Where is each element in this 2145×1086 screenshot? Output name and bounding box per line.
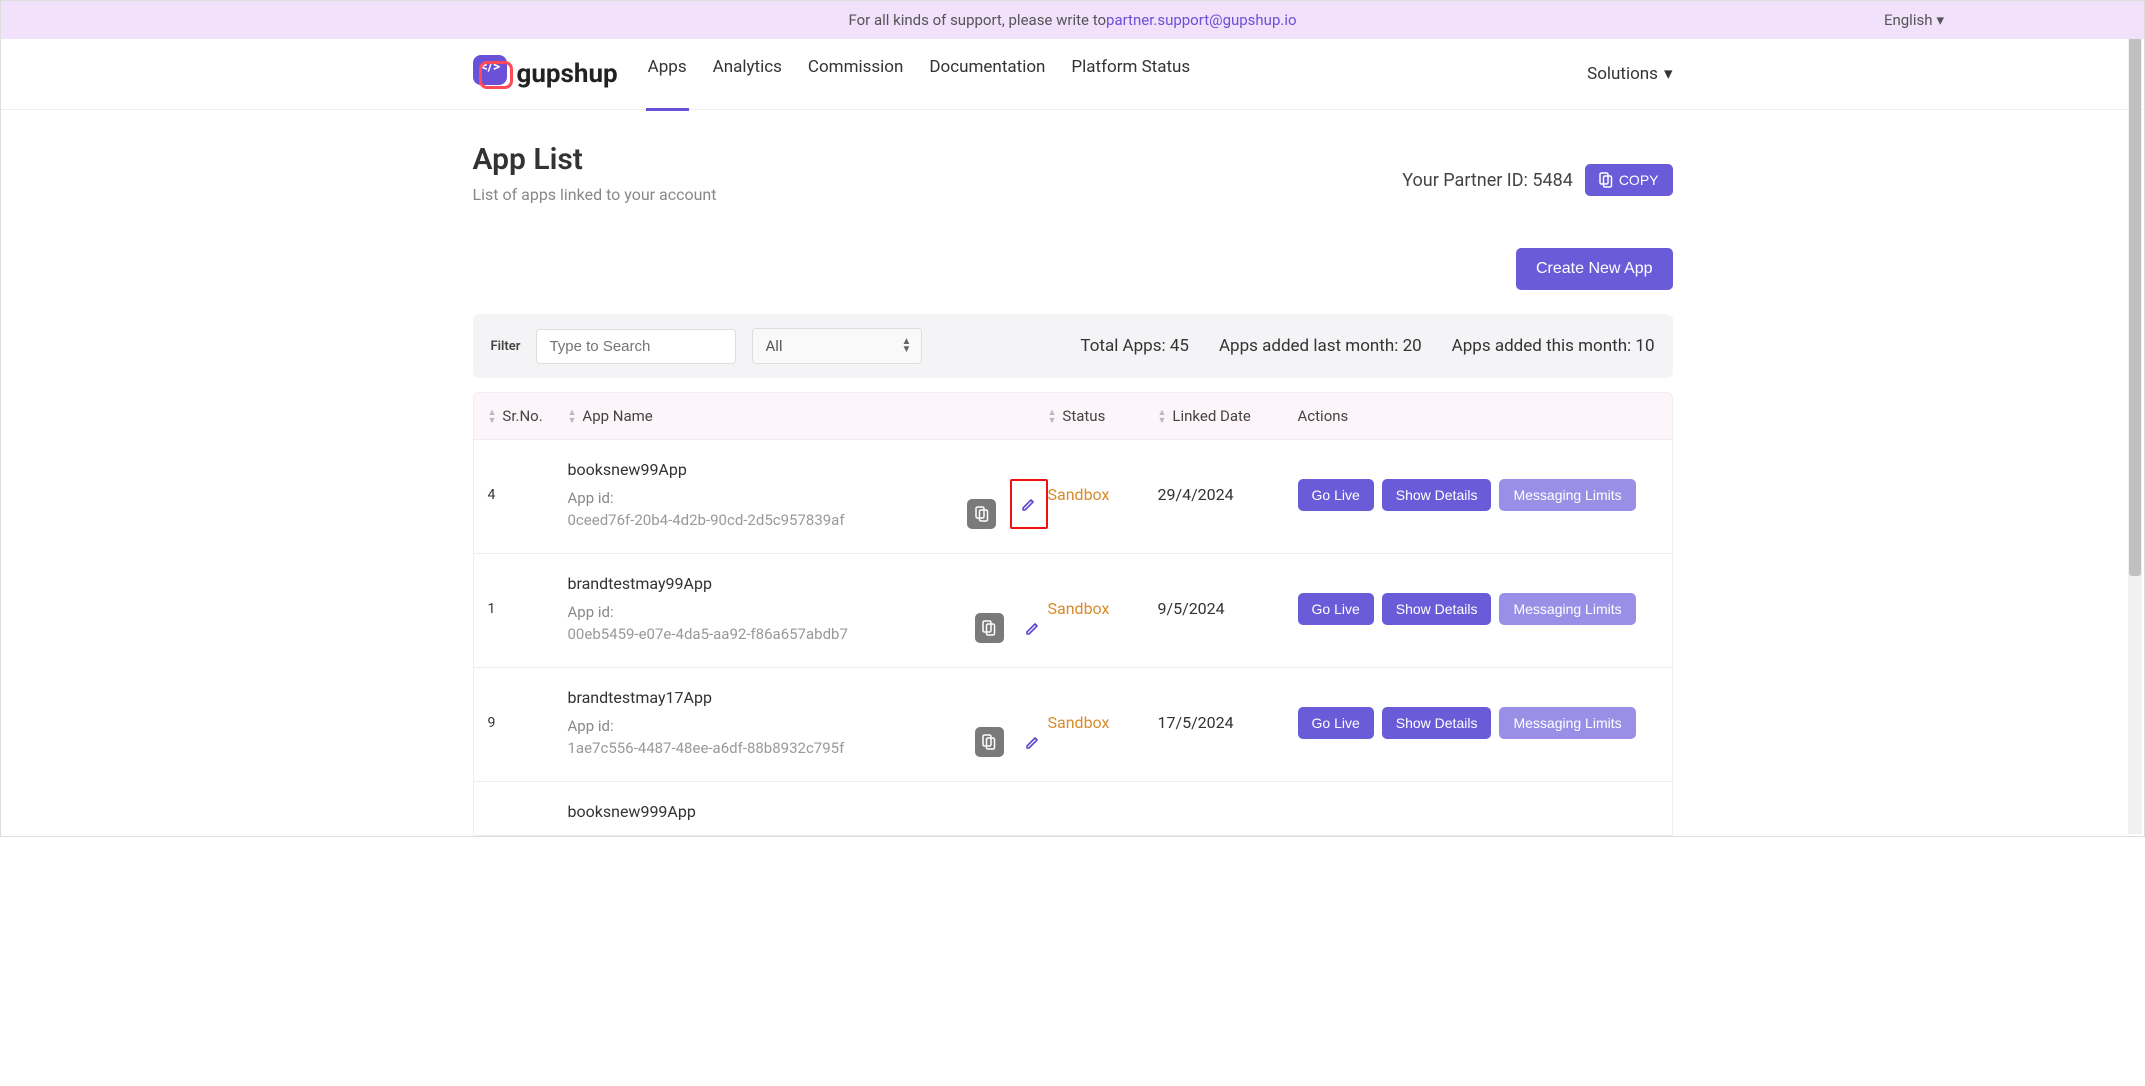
table-row: 4booksnew99App App id: 0ceed76f-20b4-4d2b-…	[474, 439, 1672, 553]
col-appname[interactable]: ▲▼App Name	[568, 407, 1048, 425]
copy-icon	[982, 734, 996, 750]
go-live-button[interactable]: Go Live	[1298, 593, 1374, 625]
support-banner: For all kinds of support, please write t…	[1, 1, 2144, 39]
solutions-dropdown[interactable]: Solutions ▾	[1587, 64, 1672, 84]
col-actions: Actions	[1298, 407, 1658, 425]
stat-this-month: Apps added this month: 10	[1452, 336, 1655, 356]
app-name: brandtestmay17App	[568, 688, 961, 707]
copy-partner-id-button[interactable]: COPY	[1585, 164, 1673, 196]
brand-logo[interactable]: </> gupshup	[473, 55, 618, 93]
support-email-link[interactable]: partner.support@gupshup.io	[1106, 11, 1297, 29]
support-text: For all kinds of support, please write t…	[848, 11, 1106, 29]
copy-app-id-button[interactable]	[967, 499, 996, 529]
select-value: All	[765, 337, 782, 355]
table-header: ▲▼Sr.No. ▲▼App Name ▲▼Status ▲▼Linked Da…	[474, 393, 1672, 439]
sort-icon: ▲▼	[1158, 409, 1167, 425]
language-dropdown[interactable]: English ▾	[1884, 11, 1944, 29]
sort-updown-icon: ▲▼	[902, 338, 912, 354]
copy-icon	[975, 506, 989, 522]
search-input[interactable]	[536, 329, 736, 364]
cell-srno: 9	[488, 715, 568, 731]
copy-app-id-button[interactable]	[975, 727, 1004, 757]
nav-tab-commission[interactable]: Commission	[806, 51, 905, 97]
stat-last-month: Apps added last month: 20	[1219, 336, 1422, 356]
create-new-app-button[interactable]: Create New App	[1516, 248, 1673, 290]
copy-icon	[982, 620, 996, 636]
show-details-button[interactable]: Show Details	[1382, 593, 1492, 625]
cell-srno: 4	[488, 487, 568, 503]
messaging-limits-button[interactable]: Messaging Limits	[1499, 479, 1635, 511]
app-id-value: 00eb5459-e07e-4da5-aa92-f86a657abdb7	[568, 625, 961, 643]
app-id-label: App id:	[568, 489, 954, 507]
status-badge: Sandbox	[1048, 713, 1110, 732]
copy-app-id-button[interactable]	[975, 613, 1004, 643]
pencil-icon	[1024, 619, 1042, 637]
logo-icon: </>	[473, 55, 511, 93]
show-details-button[interactable]: Show Details	[1382, 479, 1492, 511]
go-live-button[interactable]: Go Live	[1298, 479, 1374, 511]
messaging-limits-button[interactable]: Messaging Limits	[1499, 593, 1635, 625]
col-linked-date[interactable]: ▲▼Linked Date	[1158, 407, 1298, 425]
main-nav: </> gupshup Apps Analytics Commission Docum…	[1, 39, 2144, 110]
app-id-value: 1ae7c556-4487-48ee-a6df-88b8932c795f	[568, 739, 961, 757]
app-name: brandtestmay99App	[568, 574, 961, 593]
show-details-button[interactable]: Show Details	[1382, 707, 1492, 739]
brand-name: gupshup	[517, 59, 618, 89]
table-row: 9brandtestmay17App App id: 1ae7c556-4487-4…	[474, 667, 1672, 781]
edit-app-button[interactable]	[1018, 727, 1047, 757]
app-id-label: App id:	[568, 717, 961, 735]
table-row: booksnew999App	[474, 781, 1672, 835]
filter-bar: Filter All ▲▼ Total Apps: 45 Apps added …	[473, 314, 1673, 378]
nav-tab-analytics[interactable]: Analytics	[711, 51, 784, 97]
table-row: 1brandtestmay99App App id: 00eb5459-e07e-4…	[474, 553, 1672, 667]
col-srno[interactable]: ▲▼Sr.No.	[488, 407, 568, 425]
messaging-limits-button[interactable]: Messaging Limits	[1499, 707, 1635, 739]
status-badge: Sandbox	[1048, 485, 1110, 504]
status-filter-select[interactable]: All ▲▼	[752, 328, 922, 364]
page-subtitle: List of apps linked to your account	[473, 185, 717, 204]
edit-app-button[interactable]	[1010, 479, 1047, 529]
app-name: booksnew999App	[568, 802, 968, 821]
linked-date: 29/4/2024	[1158, 485, 1298, 504]
status-badge: Sandbox	[1048, 599, 1110, 618]
caret-down-icon: ▾	[1936, 11, 1944, 29]
sort-icon: ▲▼	[488, 409, 497, 425]
app-name: booksnew99App	[568, 460, 954, 479]
partner-id-text: Your Partner ID: 5484	[1402, 170, 1573, 191]
cell-srno: 1	[488, 601, 568, 617]
nav-tab-apps[interactable]: Apps	[646, 51, 689, 97]
nav-tab-documentation[interactable]: Documentation	[927, 51, 1047, 97]
solutions-label: Solutions	[1587, 64, 1658, 84]
app-id-label: App id:	[568, 603, 961, 621]
page-title: App List	[473, 142, 717, 177]
filter-label: Filter	[491, 339, 521, 354]
vertical-scrollbar[interactable]: ▲	[2128, 3, 2142, 834]
linked-date: 9/5/2024	[1158, 599, 1298, 618]
linked-date: 17/5/2024	[1158, 713, 1298, 732]
sort-icon: ▲▼	[1048, 409, 1057, 425]
language-label: English	[1884, 11, 1933, 29]
pencil-icon	[1024, 733, 1042, 751]
apps-table: ▲▼Sr.No. ▲▼App Name ▲▼Status ▲▼Linked Da…	[473, 392, 1673, 836]
edit-app-button[interactable]	[1018, 613, 1047, 643]
nav-tab-platform-status[interactable]: Platform Status	[1069, 51, 1192, 97]
sort-icon: ▲▼	[568, 409, 577, 425]
scroll-thumb[interactable]	[2129, 11, 2141, 576]
col-status[interactable]: ▲▼Status	[1048, 407, 1158, 425]
stat-total-apps: Total Apps: 45	[1080, 336, 1189, 356]
pencil-icon	[1020, 495, 1038, 513]
go-live-button[interactable]: Go Live	[1298, 707, 1374, 739]
caret-down-icon: ▾	[1664, 64, 1673, 84]
app-id-value: 0ceed76f-20b4-4d2b-90cd-2d5c957839af	[568, 511, 954, 529]
copy-icon	[1599, 172, 1613, 188]
